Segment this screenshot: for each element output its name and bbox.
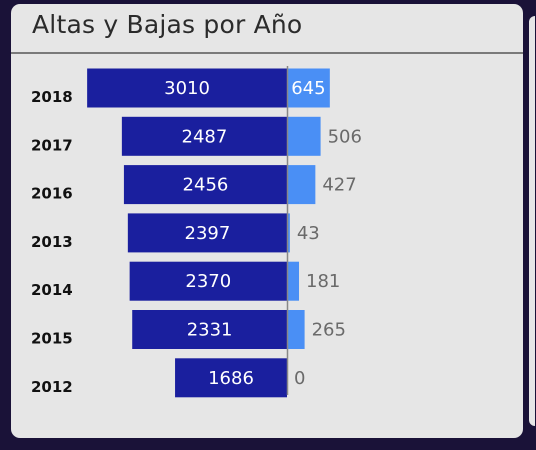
- bajas-value-label: 506: [328, 126, 362, 147]
- bajas-bar: [287, 310, 305, 349]
- category-label: 2012: [31, 378, 73, 396]
- bajas-bar: [287, 116, 321, 156]
- category-label: 2013: [31, 233, 73, 251]
- bajas-value-label: 645: [291, 78, 325, 99]
- altas-value-label: 2331: [187, 320, 233, 341]
- bajas-value-label: 43: [297, 223, 320, 244]
- category-label: 2015: [31, 330, 73, 348]
- bajas-value-label: 265: [312, 320, 346, 341]
- bajas-bar: [287, 261, 300, 301]
- altas-value-label: 2397: [185, 223, 231, 244]
- category-label: 2016: [31, 185, 73, 203]
- altas-value-label: 2487: [182, 126, 228, 147]
- altas-value-label: 2456: [183, 175, 229, 196]
- bajas-value-label: 427: [322, 175, 356, 196]
- bajas-bar: [287, 165, 316, 205]
- bajas-value-label: 0: [294, 368, 305, 389]
- altas-value-label: 1686: [208, 368, 254, 389]
- diverging-bar-chart: 2018 3010 645 2017 2487 506 2016 2456 427 2013 239…: [31, 66, 362, 398]
- altas-value-label: 3010: [164, 78, 210, 99]
- bajas-value-label: 181: [306, 271, 340, 292]
- category-label: 2018: [31, 88, 73, 106]
- altas-value-label: 2370: [185, 271, 231, 292]
- category-label: 2014: [31, 281, 73, 299]
- category-label: 2017: [31, 136, 73, 154]
